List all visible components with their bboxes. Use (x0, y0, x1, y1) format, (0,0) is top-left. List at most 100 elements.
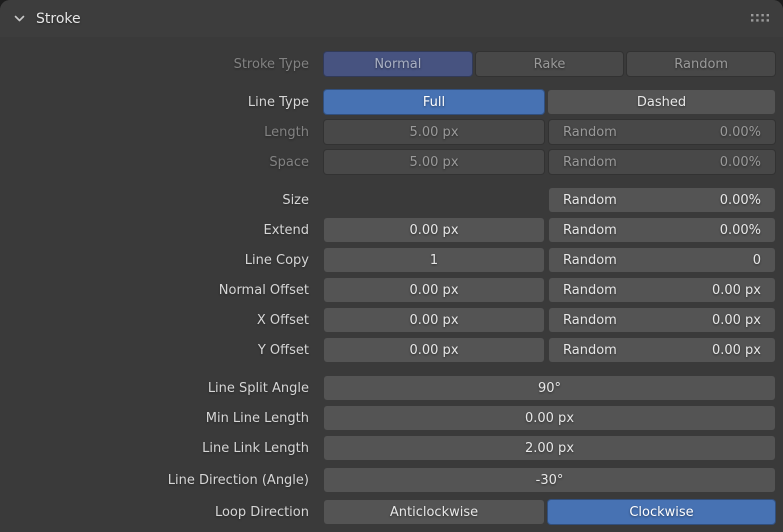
field-value: 0.00 px (712, 283, 761, 298)
field-sublabel: Random (563, 155, 617, 170)
random-field: Random 0.00% (548, 149, 776, 175)
random-field[interactable]: Random 0.00% (548, 187, 776, 213)
row-line-direction-angle: Line Direction (Angle) -30° (0, 467, 776, 493)
field-group: FullDashed (323, 89, 776, 115)
field-value: -30° (536, 473, 564, 488)
field-label: Extend (0, 223, 323, 238)
field-value: 5.00 px (409, 125, 458, 140)
row-min-line-length: Min Line Length 0.00 px (0, 405, 776, 431)
random-field[interactable]: Random 0 (548, 247, 776, 273)
grip-dots-icon[interactable] (751, 14, 770, 23)
segment-button-anticlockwise[interactable]: Anticlockwise (323, 499, 545, 525)
value-field[interactable]: 1 (323, 247, 545, 273)
field-value: 0.00 px (712, 343, 761, 358)
field-value: 2.00 px (525, 441, 574, 456)
field-sublabel: Random (563, 125, 617, 140)
random-field[interactable]: Random 0.00 px (548, 337, 776, 363)
segment-button-random: Random (626, 51, 776, 77)
field-sublabel: Random (563, 253, 617, 268)
field-group: -30° (323, 467, 776, 493)
row-line-link-length: Line Link Length 2.00 px (0, 435, 776, 461)
row-extend: Extend 0.00 px Random 0.00% (0, 217, 776, 243)
field-label: Normal Offset (0, 283, 323, 298)
field-value: 0.00 px (712, 313, 761, 328)
field-label: Line Type (0, 95, 323, 110)
row-size: Size Random 0.00% (0, 187, 776, 213)
field-value: 0.00% (720, 125, 761, 140)
row-loop-direction: Loop DirectionAnticlockwiseClockwise (0, 499, 776, 525)
row-space: Space 5.00 px Random 0.00% (0, 149, 776, 175)
chevron-down-icon[interactable] (12, 11, 27, 26)
field-group: 0.00 px Random 0.00 px (323, 307, 776, 333)
segment-button-dashed[interactable]: Dashed (547, 89, 776, 115)
field-value: 0.00 px (525, 411, 574, 426)
field-label: Y Offset (0, 343, 323, 358)
field-value: 0.00 px (409, 223, 458, 238)
panel-header[interactable]: Stroke (0, 0, 783, 37)
field-label: Line Split Angle (0, 381, 323, 396)
row-x-offset: X Offset0.00 pxRandom0.00 px (0, 307, 776, 333)
value-field[interactable]: 2.00 px (323, 435, 776, 461)
field-group: NormalRakeRandom (323, 51, 776, 77)
field-value: 0.00% (720, 155, 761, 170)
field-label: Stroke Type (0, 57, 323, 72)
value-field[interactable]: 0.00 px (323, 217, 545, 243)
field-group: 2.00 px (323, 435, 776, 461)
value-field[interactable]: 0.00 px (323, 277, 545, 303)
field-label: Line Direction (Angle) (0, 473, 323, 488)
field-value: 5.00 px (409, 155, 458, 170)
field-value: 0.00% (720, 223, 761, 238)
random-field: Random 0.00% (548, 119, 776, 145)
field-label: Min Line Length (0, 411, 323, 426)
field-sublabel: Random (563, 283, 617, 298)
field-group: 0.00 px (323, 405, 776, 431)
field-group: 5.00 px Random 0.00% (323, 119, 776, 145)
field-sublabel: Random (563, 313, 617, 328)
field-group: 5.00 px Random 0.00% (323, 149, 776, 175)
value-field[interactable]: 90° (323, 375, 776, 401)
field-label: Line Copy (0, 253, 323, 268)
field-group: 1 Random 0 (323, 247, 776, 273)
field-value: 1 (430, 253, 438, 268)
field-label: Line Link Length (0, 441, 323, 456)
random-field[interactable]: Random 0.00 px (548, 307, 776, 333)
value-field[interactable]: 0.00 px (323, 307, 545, 333)
field-value: 0.00% (720, 193, 761, 208)
field-group: 0.00 px Random 0.00 px (323, 277, 776, 303)
segment-button-clockwise[interactable]: Clockwise (547, 499, 776, 525)
field-group: AnticlockwiseClockwise (323, 499, 776, 525)
random-field[interactable]: Random 0.00% (548, 217, 776, 243)
field-sublabel: Random (563, 223, 617, 238)
field-label: Size (0, 193, 323, 208)
row-line-type: Line TypeFullDashed (0, 89, 776, 115)
row-stroke-type: Stroke TypeNormalRakeRandom (0, 51, 776, 77)
field-group: 0.00 px Random 0.00% (323, 217, 776, 243)
value-field: 5.00 px (323, 119, 545, 145)
value-field[interactable]: 0.00 px (323, 405, 776, 431)
panel-title: Stroke (36, 11, 81, 27)
random-field[interactable]: Random 0.00 px (548, 277, 776, 303)
panel-rows: Stroke TypeNormalRakeRandomLine TypeFull… (0, 37, 783, 525)
field-group: Random 0.00% (323, 187, 776, 213)
field-sublabel: Random (563, 193, 617, 208)
value-field[interactable]: -30° (323, 467, 776, 493)
segment-button-full[interactable]: Full (323, 89, 545, 115)
value-field[interactable]: 0.00 px (323, 337, 545, 363)
field-label: Length (0, 125, 323, 140)
segment-button-normal: Normal (323, 51, 473, 77)
field-group: 90° (323, 375, 776, 401)
field-sublabel: Random (563, 343, 617, 358)
field-value: 90° (538, 381, 561, 396)
row-line-split-angle: Line Split Angle 90° (0, 375, 776, 401)
row-length: Length 5.00 px Random 0.00% (0, 119, 776, 145)
field-label: Space (0, 155, 323, 170)
field-value: 0 (753, 253, 761, 268)
field-value: 0.00 px (409, 313, 458, 328)
row-y-offset: Y Offset0.00 pxRandom0.00 px (0, 337, 776, 363)
field-value: 0.00 px (409, 283, 458, 298)
empty-field-slot (323, 187, 545, 213)
field-label: Loop Direction (0, 505, 323, 520)
row-line-copy: Line Copy 1 Random 0 (0, 247, 776, 273)
row-normal-offset: Normal Offset 0.00 px Random 0.00 px (0, 277, 776, 303)
segment-button-rake: Rake (475, 51, 625, 77)
